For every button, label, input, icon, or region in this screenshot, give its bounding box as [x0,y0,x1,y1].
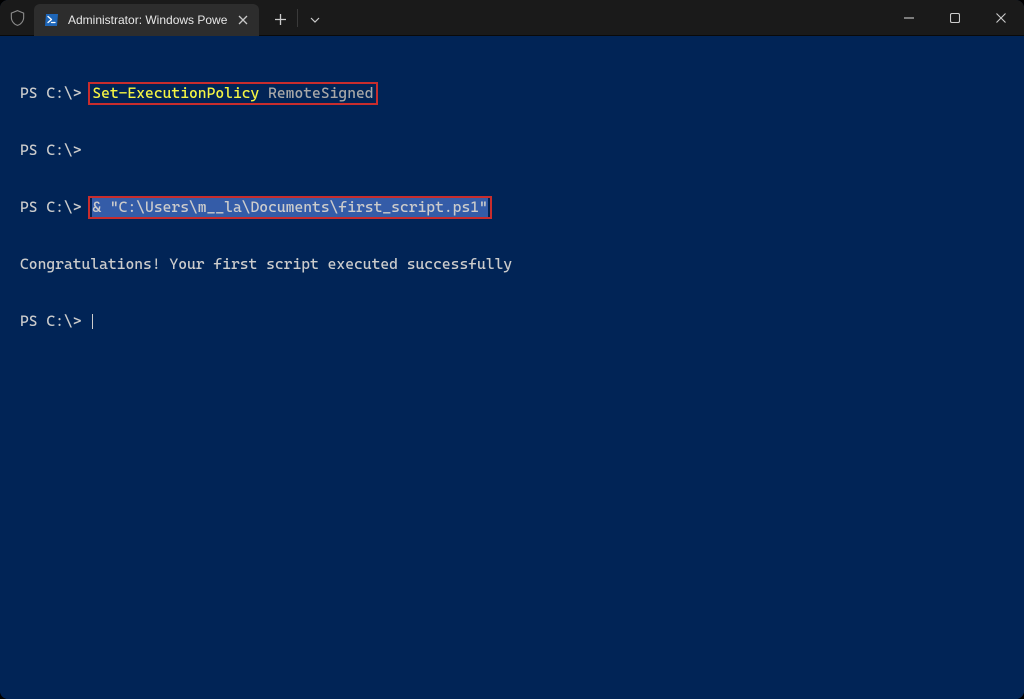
maximize-icon [950,13,960,23]
window-close-button[interactable] [978,0,1024,35]
command-path: "C:\Users\m__la\Documents\first_script.p… [110,198,488,217]
terminal-window: Administrator: Windows Powe [0,0,1024,699]
tab-dropdown-button[interactable] [298,4,332,36]
command-text: Set-ExecutionPolicy [92,84,259,103]
terminal-output: Congratulations! Your first script execu… [0,255,1024,274]
close-icon [996,13,1006,23]
minimize-icon [904,13,914,23]
maximize-button[interactable] [932,0,978,35]
prompt: PS C:\> [20,84,90,103]
admin-shield-icon [0,0,34,35]
command-text: & [92,198,110,217]
tab-title: Administrator: Windows Powe [68,13,227,27]
terminal-body[interactable]: PS C:\> Set-ExecutionPolicy RemoteSigned… [0,36,1024,699]
powershell-icon [44,12,60,28]
highlight-annotation: Set-ExecutionPolicy RemoteSigned [88,82,377,105]
plus-icon [275,14,286,25]
tab-close-button[interactable] [235,12,251,28]
highlight-annotation: & "C:\Users\m__la\Documents\first_script… [88,196,492,219]
tab-powershell[interactable]: Administrator: Windows Powe [34,4,259,36]
cursor [92,314,93,329]
output-text: Congratulations! Your first script execu… [20,255,512,274]
terminal-line: PS C:\> & "C:\Users\m__la\Documents\firs… [0,198,1024,217]
prompt: PS C:\> [20,141,90,160]
terminal-line: PS C:\> [0,141,1024,160]
minimize-button[interactable] [886,0,932,35]
prompt: PS C:\> [20,198,90,217]
close-icon [238,15,248,25]
terminal-line: PS C:\> Set-ExecutionPolicy RemoteSigned [0,84,1024,103]
chevron-down-icon [310,17,320,23]
terminal-line: PS C:\> [0,312,1024,331]
new-tab-button[interactable] [263,4,297,36]
titlebar: Administrator: Windows Powe [0,0,1024,36]
prompt: PS C:\> [20,312,90,331]
titlebar-drag-area[interactable] [332,0,886,35]
command-arg: RemoteSigned [259,84,373,103]
